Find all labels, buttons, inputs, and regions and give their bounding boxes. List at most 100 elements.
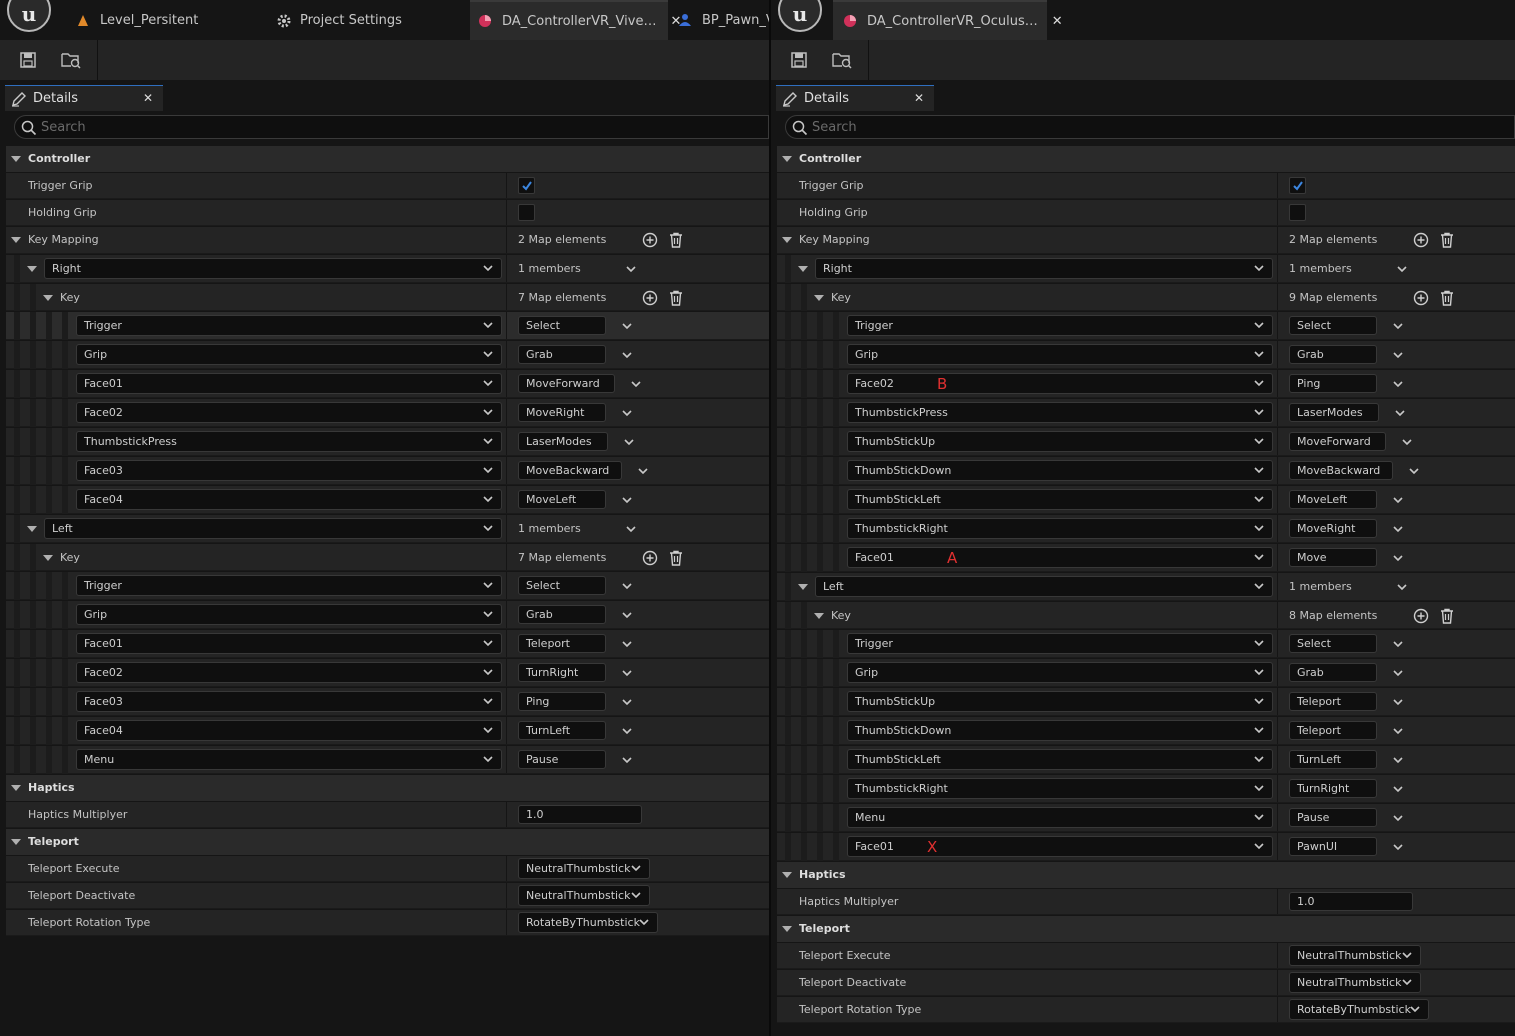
action-value-box[interactable]: LaserModes <box>1289 403 1379 422</box>
map-key-combo[interactable]: Left <box>815 576 1273 597</box>
chevron-down-icon[interactable] <box>622 350 632 363</box>
chevron-down-icon[interactable] <box>626 524 636 537</box>
action-value-box[interactable]: MoveLeft <box>1289 490 1377 509</box>
input-key-combo[interactable]: Menu <box>847 807 1273 828</box>
chevron-down-icon[interactable] <box>624 437 634 450</box>
input-key-combo[interactable]: Face03 <box>76 460 502 481</box>
input-key-combo[interactable]: ThumbStickDown <box>847 720 1273 741</box>
chevron-down-icon[interactable] <box>622 726 632 739</box>
chevron-down-icon[interactable] <box>1397 582 1407 595</box>
action-value-box[interactable]: Select <box>1289 634 1377 653</box>
action-value-box[interactable]: MoveRight <box>1289 519 1377 538</box>
input-key-combo[interactable]: Face01 <box>847 547 1273 568</box>
action-value-box[interactable]: Teleport <box>1289 692 1377 711</box>
input-key-combo[interactable]: Face02 <box>76 662 502 683</box>
category-controller[interactable]: Controller <box>6 146 769 172</box>
input-key-combo[interactable]: Face03 <box>76 691 502 712</box>
expand-arrow-icon[interactable] <box>27 266 37 272</box>
input-key-combo[interactable]: Face02 <box>76 402 502 423</box>
add-element-icon[interactable] <box>1413 290 1429 306</box>
input-key-combo[interactable]: ThumbStickDown <box>847 460 1273 481</box>
category-teleport[interactable]: Teleport <box>777 916 1515 942</box>
details-search-input[interactable]: Search <box>14 115 769 139</box>
input-key-combo[interactable]: ThumbStickUp <box>847 691 1273 712</box>
input-key-combo[interactable]: Trigger <box>76 575 502 596</box>
chevron-down-icon[interactable] <box>638 466 648 479</box>
input-key-combo[interactable]: ThumbstickRight <box>847 778 1273 799</box>
delete-all-icon[interactable] <box>668 232 684 248</box>
teleport-execute-dropdown[interactable]: NeutralThumbstick <box>1289 945 1421 966</box>
map-key-combo[interactable]: Right <box>44 258 502 279</box>
expand-arrow-icon[interactable] <box>798 584 808 590</box>
teleport-rotation-type-dropdown[interactable]: RotateByThumbstick <box>1289 999 1429 1020</box>
action-value-box[interactable]: Teleport <box>1289 721 1377 740</box>
map-key-combo[interactable]: Right <box>815 258 1273 279</box>
map-key-combo[interactable]: Left <box>44 518 502 539</box>
chevron-down-icon[interactable] <box>1393 379 1403 392</box>
action-value-box[interactable]: Pause <box>518 750 606 769</box>
chevron-down-icon[interactable] <box>622 697 632 710</box>
action-value-box[interactable]: Select <box>518 576 606 595</box>
category-teleport[interactable]: Teleport <box>6 829 769 855</box>
chevron-down-icon[interactable] <box>1393 813 1403 826</box>
close-details-icon[interactable]: ✕ <box>914 91 924 105</box>
input-key-combo[interactable]: Menu <box>76 749 502 770</box>
input-key-combo[interactable]: Trigger <box>76 315 502 336</box>
expand-arrow-icon[interactable] <box>43 295 53 301</box>
action-value-box[interactable]: Ping <box>518 692 606 711</box>
action-value-box[interactable]: MoveBackward <box>518 461 622 480</box>
action-value-box[interactable]: LaserModes <box>518 432 608 451</box>
details-tab[interactable]: Details ✕ <box>776 85 934 111</box>
add-element-icon[interactable] <box>1413 232 1429 248</box>
delete-all-icon[interactable] <box>1439 290 1455 306</box>
chevron-down-icon[interactable] <box>1393 726 1403 739</box>
chevron-down-icon[interactable] <box>626 264 636 277</box>
action-value-box[interactable]: MoveForward <box>518 374 615 393</box>
delete-all-icon[interactable] <box>668 550 684 566</box>
action-value-box[interactable]: TurnLeft <box>1289 750 1377 769</box>
chevron-down-icon[interactable] <box>1393 668 1403 681</box>
action-value-box[interactable]: Select <box>1289 316 1377 335</box>
expand-arrow-icon[interactable] <box>43 555 53 561</box>
action-value-box[interactable]: MoveLeft <box>518 490 606 509</box>
delete-all-icon[interactable] <box>668 290 684 306</box>
add-element-icon[interactable] <box>642 232 658 248</box>
action-value-box[interactable]: PawnUI <box>1289 837 1377 856</box>
chevron-down-icon[interactable] <box>1393 755 1403 768</box>
input-key-combo[interactable]: Face02 <box>847 373 1273 394</box>
input-key-combo[interactable]: Face04 <box>76 489 502 510</box>
teleport-execute-dropdown[interactable]: NeutralThumbstick <box>518 858 650 879</box>
chevron-down-icon[interactable] <box>1393 524 1403 537</box>
action-value-box[interactable]: Grab <box>518 345 606 364</box>
chevron-down-icon[interactable] <box>1393 495 1403 508</box>
chevron-down-icon[interactable] <box>1393 697 1403 710</box>
collapse-arrow-icon[interactable] <box>11 785 21 791</box>
chevron-down-icon[interactable] <box>1393 784 1403 797</box>
expand-arrow-icon[interactable] <box>11 237 21 243</box>
collapse-arrow-icon[interactable] <box>782 872 792 878</box>
input-key-combo[interactable]: ThumbstickPress <box>847 402 1273 423</box>
category-haptics[interactable]: Haptics <box>6 775 769 801</box>
browse-to-asset-icon[interactable] <box>57 48 85 72</box>
editor-tab[interactable]: Project Settings <box>266 0 456 40</box>
expand-arrow-icon[interactable] <box>814 295 824 301</box>
editor-tab[interactable]: DA_ControllerVR_Vive… ✕ <box>470 0 681 40</box>
input-key-combo[interactable]: ThumbStickLeft <box>847 489 1273 510</box>
save-icon[interactable] <box>14 48 42 72</box>
input-key-combo[interactable]: Trigger <box>847 633 1273 654</box>
input-key-combo[interactable]: Face01 <box>76 633 502 654</box>
chevron-down-icon[interactable] <box>1409 466 1419 479</box>
chevron-down-icon[interactable] <box>1393 350 1403 363</box>
editor-tab[interactable]: Level_Persitent <box>66 0 246 40</box>
expand-arrow-icon[interactable] <box>798 266 808 272</box>
delete-all-icon[interactable] <box>1439 232 1455 248</box>
holding-grip-checkbox[interactable] <box>1289 204 1306 221</box>
action-value-box[interactable]: TurnLeft <box>518 721 606 740</box>
unreal-logo-icon[interactable]: u <box>7 0 51 32</box>
collapse-arrow-icon[interactable] <box>782 926 792 932</box>
chevron-down-icon[interactable] <box>1393 639 1403 652</box>
chevron-down-icon[interactable] <box>1395 408 1405 421</box>
browse-to-asset-icon[interactable] <box>828 48 856 72</box>
input-key-combo[interactable]: ThumbStickLeft <box>847 749 1273 770</box>
input-key-combo[interactable]: ThumbstickPress <box>76 431 502 452</box>
